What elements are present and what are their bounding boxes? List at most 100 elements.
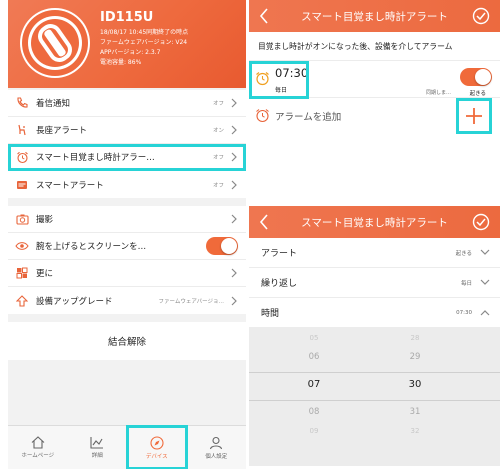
setting-repeat[interactable]: 繰り返し 毎日 bbox=[249, 268, 500, 298]
nav-bar: スマート目覚まし時計アラート bbox=[249, 0, 500, 32]
picker-hour-option[interactable]: 05 bbox=[294, 334, 334, 342]
back-icon[interactable] bbox=[259, 8, 269, 24]
menu-item-call-notification[interactable]: 着信通知 オフ bbox=[8, 90, 246, 117]
tab-label: ホームページ bbox=[21, 453, 55, 459]
menu-label: 更に bbox=[36, 269, 54, 279]
time-picker[interactable]: 05 06 07 08 09 28 29 30 31 32 bbox=[249, 328, 500, 466]
menu-label: スマート目覚まし時計アラー… bbox=[36, 153, 155, 163]
alarm-clock-icon bbox=[256, 109, 269, 123]
chevron-right-icon bbox=[231, 98, 237, 108]
setting-time[interactable]: 時間 07:30 bbox=[249, 298, 500, 328]
alarm-clock-icon bbox=[14, 149, 30, 165]
menu-label: 設備アップグレード bbox=[36, 296, 113, 307]
device-header: ID115U 18/08/17 10:45同期終了の時点 ファームウェアバージョ… bbox=[8, 0, 246, 88]
menu-item-smart-alert[interactable]: スマートアラート オフ bbox=[8, 171, 246, 198]
upgrade-icon bbox=[14, 293, 30, 309]
menu-group-notifications: 着信通知 オフ 長座アラート オン スマート目覚まし時計アラー… オフ スマート… bbox=[8, 90, 246, 198]
alarm-list-screen: スマート目覚まし時計アラート 目覚まし時計がオンになった後、設備を介してアラーム… bbox=[249, 0, 500, 200]
menu-item-camera[interactable]: 撮影 bbox=[8, 206, 246, 233]
menu-value: ファームウェアバージョ… bbox=[158, 298, 224, 305]
setting-value: 毎日 bbox=[460, 280, 472, 287]
unbind-button[interactable]: 結合解除 bbox=[8, 322, 246, 360]
add-alarm-label: アラームを追加 bbox=[275, 112, 342, 123]
compass-icon bbox=[150, 435, 164, 450]
alarm-toggle[interactable] bbox=[460, 68, 492, 86]
setting-label: 繰り返し bbox=[261, 279, 298, 289]
picker-minute-option[interactable]: 32 bbox=[395, 427, 435, 435]
menu-item-raise-wrist: 腕を上げるとスクリーンを… bbox=[8, 233, 246, 260]
chevron-right-icon bbox=[231, 152, 237, 162]
page-title: スマート目覚まし時計アラート bbox=[301, 216, 448, 229]
chevron-down-icon bbox=[480, 249, 490, 255]
menu-value: オフ bbox=[212, 182, 224, 189]
picker-divider bbox=[249, 372, 500, 373]
chevron-right-icon bbox=[231, 296, 237, 305]
raise-wrist-toggle[interactable] bbox=[206, 237, 238, 255]
alarm-edit-screen: スマート目覚まし時計アラート アラート 起きる 繰り返し 毎日 時間 07:30… bbox=[249, 206, 500, 469]
setting-label: アラート bbox=[261, 249, 298, 259]
menu-item-device-upgrade[interactable]: 設備アップグレード ファームウェアバージョ… bbox=[8, 287, 246, 314]
plus-icon bbox=[466, 108, 482, 124]
menu-value: オフ bbox=[212, 155, 224, 161]
alarm-note: 目覚まし時計がオンになった後、設備を介してアラーム bbox=[258, 42, 453, 51]
picker-hour-option[interactable]: 09 bbox=[294, 427, 334, 435]
setting-label: 時間 bbox=[261, 309, 280, 319]
add-alarm-button[interactable] bbox=[456, 98, 492, 134]
add-alarm-row[interactable]: アラームを追加 bbox=[249, 98, 500, 136]
tab-details[interactable]: 詳細 bbox=[68, 426, 128, 469]
chart-icon bbox=[90, 437, 104, 449]
picker-minute-option[interactable]: 28 bbox=[395, 334, 435, 342]
menu-label: スマートアラート bbox=[36, 180, 104, 191]
tab-label: 個人設定 bbox=[205, 453, 228, 460]
device-app-version: APPバージョン: 2.3.7 bbox=[100, 49, 161, 56]
menu-value: オフ bbox=[212, 101, 224, 107]
alarm-type: 起きる bbox=[469, 91, 486, 97]
device-name: ID115U bbox=[100, 10, 154, 25]
chevron-up-icon bbox=[480, 310, 490, 316]
chevron-right-icon bbox=[231, 125, 237, 135]
menu-value: オン bbox=[212, 128, 224, 134]
menu-item-more[interactable]: 更に bbox=[8, 260, 246, 287]
home-icon bbox=[31, 436, 45, 449]
picker-minute-option[interactable]: 29 bbox=[395, 352, 435, 362]
tab-personal[interactable]: 個人設定 bbox=[187, 426, 247, 469]
menu-group-functions: 撮影 腕を上げるとスクリーンを… 更に 設備アップグレード ファームウェアバージ… bbox=[8, 206, 246, 314]
menu-label: 着信通知 bbox=[36, 99, 71, 109]
tab-bar: ホームページ 詳細 デバイス 個人設定 bbox=[8, 425, 246, 469]
alarm-item[interactable]: 07:30 毎日 同期しま… 起きる bbox=[249, 60, 500, 99]
phone-icon bbox=[14, 95, 30, 111]
picker-hour-selected[interactable]: 07 bbox=[294, 379, 334, 390]
person-icon bbox=[210, 436, 223, 449]
menu-label: 撮影 bbox=[36, 215, 54, 225]
device-sync-time: 18/08/17 10:45同期終了の時点 bbox=[100, 29, 189, 36]
tab-label: 詳細 bbox=[91, 453, 103, 459]
picker-minute-option[interactable]: 31 bbox=[395, 407, 435, 417]
chevron-right-icon bbox=[231, 180, 237, 189]
picker-hour-option[interactable]: 06 bbox=[294, 352, 334, 362]
confirm-check-icon[interactable] bbox=[472, 7, 490, 25]
setting-alert-type[interactable]: アラート 起きる bbox=[249, 238, 500, 268]
menu-item-sitting-alert[interactable]: 長座アラート オン bbox=[8, 117, 246, 144]
device-screen: ID115U 18/08/17 10:45同期終了の時点 ファームウェアバージョ… bbox=[8, 0, 246, 469]
nav-bar: スマート目覚まし時計アラート bbox=[249, 206, 500, 238]
back-icon[interactable] bbox=[259, 214, 269, 230]
alarm-sync-status: 同期しま… bbox=[426, 90, 452, 96]
picker-hour-option[interactable]: 08 bbox=[294, 407, 334, 417]
picker-minute-selected[interactable]: 30 bbox=[395, 379, 435, 390]
eye-icon bbox=[14, 238, 30, 254]
chevron-down-icon bbox=[480, 279, 490, 285]
tab-home[interactable]: ホームページ bbox=[8, 426, 68, 469]
menu-label: 腕を上げるとスクリーンを… bbox=[36, 242, 147, 252]
device-logo-icon bbox=[20, 8, 90, 78]
menu-label: 長座アラート bbox=[36, 126, 88, 136]
tab-label: デバイス bbox=[145, 453, 168, 460]
device-battery: 電池容量: 86% bbox=[100, 59, 142, 66]
menu-item-smart-alarm[interactable]: スマート目覚まし時計アラー… オフ bbox=[8, 144, 246, 171]
setting-value: 起きる bbox=[455, 250, 472, 257]
tab-device[interactable]: デバイス bbox=[126, 425, 188, 469]
page-title: スマート目覚まし時計アラート bbox=[301, 10, 448, 23]
alarm-highlight bbox=[249, 61, 309, 99]
more-icon bbox=[14, 265, 30, 281]
confirm-check-icon[interactable] bbox=[472, 213, 490, 231]
device-firmware-version: ファームウェアバージョン: V24 bbox=[100, 39, 188, 46]
